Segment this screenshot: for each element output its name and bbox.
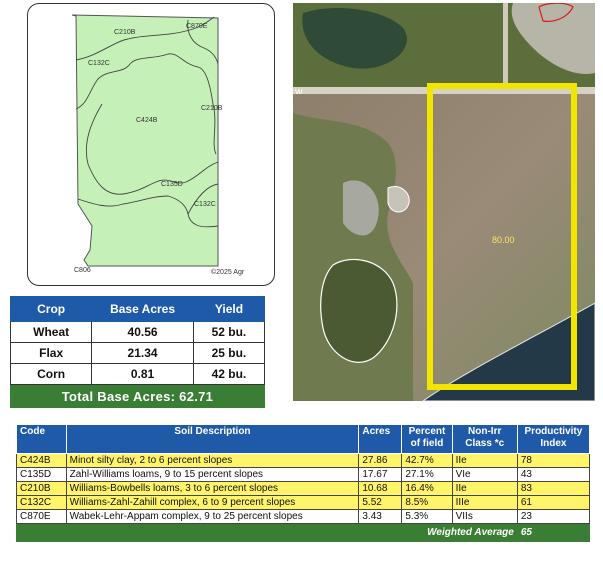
soil-map-label: C132C	[88, 60, 110, 67]
column-header: Code	[16, 424, 67, 454]
soil-map-label: C210B	[201, 105, 223, 112]
column-header: Crop	[9, 296, 93, 322]
table-row: Wheat 40.56 52 bu.	[9, 321, 266, 343]
table-header-row: Code Soil Description Acres Percent of f…	[16, 424, 591, 454]
soil-map-label: C806	[74, 267, 91, 274]
soil-productivity: 43	[516, 467, 591, 482]
soil-productivity: 23	[516, 509, 591, 524]
column-header: Productivity Index	[516, 424, 591, 454]
soil-map-label: C870E	[186, 23, 208, 30]
soil-acres: 27.86	[358, 453, 403, 468]
soil-map: C870E C210B C132C C424B C210B C135D C132…	[27, 3, 275, 286]
soil-percent: 8.5%	[401, 495, 453, 510]
soil-class: IIe	[451, 481, 518, 496]
map-copyright: ©2025 Agr	[211, 268, 245, 276]
soil-table: Code Soil Description Acres Percent of f…	[16, 424, 591, 542]
field-outline	[71, 14, 219, 267]
crop-base-table: Crop Base Acres Yield Wheat 40.56 52 bu.…	[9, 296, 266, 408]
soil-map-label: C132C	[194, 201, 216, 208]
crop-name: Flax	[9, 342, 93, 364]
soil-code: C870E	[16, 509, 67, 524]
soil-description: Williams-Zahl-Zahill complex, 6 to 9 per…	[65, 495, 360, 510]
table-row: C424B Minot silty clay, 2 to 6 percent s…	[16, 453, 591, 468]
table-row: Flax 21.34 25 bu.	[9, 342, 266, 364]
table-row: C870E Wabek-Lehr-Appam complex, 9 to 25 …	[16, 509, 591, 524]
total-row: Total Base Acres: 62.71	[10, 384, 265, 408]
soil-code: C424B	[16, 453, 67, 468]
aerial-photo: W 80.00	[293, 3, 595, 401]
table-row: C132C Williams-Zahl-Zahill complex, 6 to…	[16, 495, 591, 510]
soil-acres: 3.43	[358, 509, 403, 524]
soil-percent: 27.1%	[401, 467, 453, 482]
weighted-average-row: Weighted Average 65	[16, 523, 591, 542]
soil-productivity: 83	[516, 481, 591, 496]
soil-class: IIIe	[451, 495, 518, 510]
yield: 25 bu.	[192, 342, 266, 364]
table-row: C210B Williams-Bowbells loams, 3 to 6 pe…	[16, 481, 591, 496]
soil-description: Williams-Bowbells loams, 3 to 6 percent …	[65, 481, 360, 496]
soil-description: Zahl-Williams loams, 9 to 15 percent slo…	[65, 467, 360, 482]
yield: 42 bu.	[192, 363, 266, 385]
column-header: Soil Description	[65, 424, 360, 454]
soil-map-label: C210B	[114, 29, 136, 36]
crop-name: Corn	[9, 363, 93, 385]
soil-percent: 16.4%	[401, 481, 453, 496]
base-acres: 0.81	[91, 363, 194, 385]
soil-acres: 10.68	[358, 481, 403, 496]
soil-description: Wabek-Lehr-Appam complex, 9 to 25 percen…	[65, 509, 360, 524]
table-row: C135D Zahl-Williams loams, 9 to 15 perce…	[16, 467, 591, 482]
yield: 52 bu.	[192, 321, 266, 343]
crop-name: Wheat	[9, 321, 93, 343]
base-acres: 40.56	[91, 321, 194, 343]
weighted-average-label: Weighted Average	[16, 523, 518, 542]
field-acres-label: 80.00	[492, 235, 515, 245]
soil-acres: 5.52	[358, 495, 403, 510]
soil-code: C132C	[16, 495, 67, 510]
column-header: Non-Irr Class *c	[451, 424, 518, 454]
soil-code: C135D	[16, 467, 67, 482]
column-header: Acres	[358, 424, 403, 454]
base-acres: 21.34	[91, 342, 194, 364]
soil-class: VIIs	[451, 509, 518, 524]
soil-productivity: 78	[516, 453, 591, 468]
total-base-acres: Total Base Acres: 62.71	[10, 384, 265, 408]
soil-class: IIe	[451, 453, 518, 468]
road	[503, 3, 508, 87]
soil-map-label: C135D	[161, 181, 183, 188]
soil-acres: 17.67	[358, 467, 403, 482]
table-header-row: Crop Base Acres Yield	[9, 296, 266, 322]
weighted-average-value: 65	[516, 523, 591, 542]
soil-productivity: 61	[516, 495, 591, 510]
soil-percent: 42.7%	[401, 453, 453, 468]
soil-map-label: C424B	[136, 117, 158, 124]
table-row: Corn 0.81 42 bu.	[9, 363, 266, 385]
column-header: Yield	[192, 296, 266, 322]
soil-description: Minot silty clay, 2 to 6 percent slopes	[65, 453, 360, 468]
column-header: Percent of field	[401, 424, 453, 454]
soil-percent: 5.3%	[401, 509, 453, 524]
soil-class: VIe	[451, 467, 518, 482]
aerial-drawing: W 80.00	[293, 3, 595, 401]
soil-code: C210B	[16, 481, 67, 496]
column-header: Base Acres	[91, 296, 194, 322]
soil-map-drawing: C870E C210B C132C C424B C210B C135D C132…	[71, 14, 245, 276]
